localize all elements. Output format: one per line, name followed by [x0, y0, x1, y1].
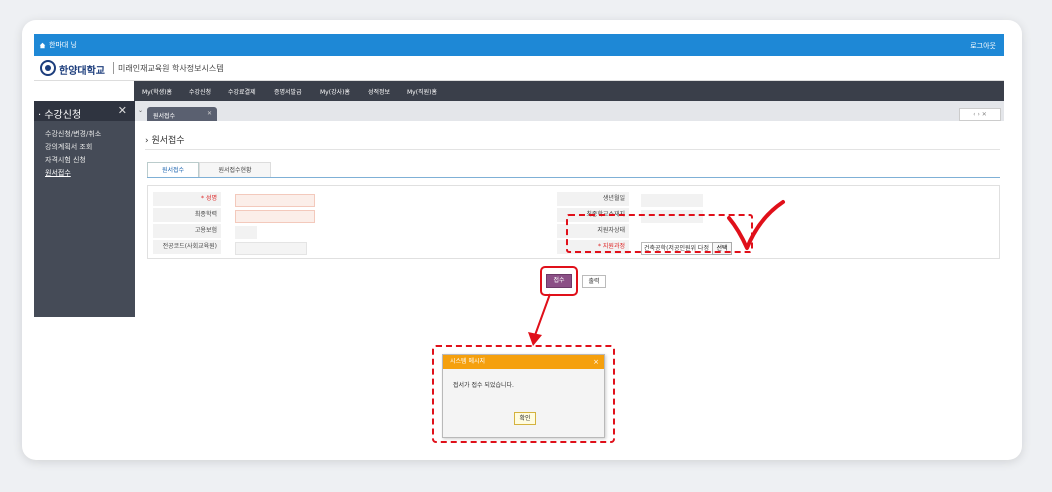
logout-link[interactable]: 로그아웃 — [970, 41, 996, 51]
university-name: 한양대학교 — [59, 66, 105, 77]
red-arrow-icon — [528, 293, 551, 346]
menu-item-certificate[interactable]: 증명서발급 — [274, 87, 302, 96]
tab-dropdown-icon[interactable]: ⌄ — [138, 107, 143, 114]
major-code-label: 전공코드(사회교육원) — [153, 240, 221, 254]
sidebar-item-application[interactable]: 원서접수 — [45, 168, 71, 178]
sidebar-item-syllabus[interactable]: 강의계획서 조회 — [45, 142, 92, 152]
print-button[interactable]: 출력 — [582, 275, 606, 288]
title-divider — [145, 149, 1000, 150]
edu-select[interactable] — [235, 210, 315, 223]
system-name: 미래인재교육원 학사정보시스템 — [118, 64, 224, 73]
sidebar-item-registration[interactable]: 수강신청/변경/취소 — [45, 129, 101, 139]
sidebar-title: · 수강신청 — [38, 110, 82, 121]
major-code-select[interactable] — [235, 242, 307, 255]
sidebar-close-icon[interactable]: ✕ — [118, 104, 127, 117]
birth-label: 생년월일 — [557, 192, 629, 206]
tab-label: 원서접수 — [153, 113, 176, 120]
main-menu: My(학생)홈 수강신청 수강료결제 증명서발급 My(강사)홈 성적정보 My… — [134, 81, 1004, 101]
subtab-underline — [147, 177, 1000, 178]
top-bar: 한마대 닝 로그아웃 — [34, 34, 1004, 56]
home-label: 한마대 닝 — [49, 41, 77, 49]
dialog-title-text: 시스템 메시지 — [450, 358, 486, 365]
menu-item-registration[interactable]: 수강신청 — [189, 87, 211, 96]
page-title: › 원서접수 — [145, 136, 185, 146]
tab-navigation[interactable]: ‹ › ✕ — [959, 108, 1001, 121]
check-mark-icon — [727, 200, 785, 250]
subtab-application[interactable]: 원서접수 — [147, 162, 199, 177]
dialog-message: 접서가 접수 되었습니다. — [453, 382, 514, 389]
birth-field — [641, 194, 703, 207]
home-link[interactable]: 한마대 닝 — [39, 40, 77, 50]
university-emblem-icon — [40, 60, 56, 76]
system-message-dialog: 시스템 메시지 × 접서가 접수 되었습니다. 확인 — [442, 354, 605, 438]
name-label: * 성명 — [153, 192, 221, 206]
subtab-status[interactable]: 원서접수현황 — [199, 162, 271, 177]
logo-row: 한양대학교 미래인재교육원 학사정보시스템 — [34, 56, 1004, 81]
apply-button[interactable]: 접수 — [546, 274, 572, 288]
edu-label: 최종학력 — [153, 208, 221, 222]
tab-close-icon[interactable]: ✕ — [207, 110, 212, 117]
name-field[interactable] — [235, 194, 315, 207]
home-icon — [39, 42, 46, 48]
logo-divider — [113, 62, 114, 74]
menu-item-staff-home[interactable]: My(직원)홈 — [407, 87, 437, 96]
screenshot-card: 한마대 닝 로그아웃 한양대학교 미래인재교육원 학사정보시스템 My(학생)홈… — [22, 20, 1022, 460]
menu-item-lecturer-home[interactable]: My(강사)홈 — [320, 87, 350, 96]
dialog-close-icon[interactable]: × — [593, 355, 599, 369]
dialog-ok-button[interactable]: 확인 — [514, 412, 536, 425]
sidebar: · 수강신청 ✕ 수강신청/변경/취소 강의계획서 조회 자격시험 신청 원서접… — [34, 101, 135, 317]
menu-item-student-home[interactable]: My(학생)홈 — [142, 87, 172, 96]
dialog-title: 시스템 메시지 × — [443, 355, 604, 369]
sidebar-header: · 수강신청 ✕ — [34, 101, 135, 121]
menu-item-tuition[interactable]: 수강료결제 — [228, 87, 256, 96]
tab-bar: ⌄ 원서접수 ✕ ‹ › ✕ — [135, 101, 1004, 121]
sidebar-item-exam[interactable]: 자격시험 신청 — [45, 155, 86, 165]
menu-item-grades[interactable]: 성적정보 — [368, 87, 390, 96]
pay-field[interactable] — [235, 226, 257, 239]
tab-application[interactable]: 원서접수 ✕ — [147, 107, 217, 121]
pay-label: 고용보험 — [153, 224, 221, 238]
